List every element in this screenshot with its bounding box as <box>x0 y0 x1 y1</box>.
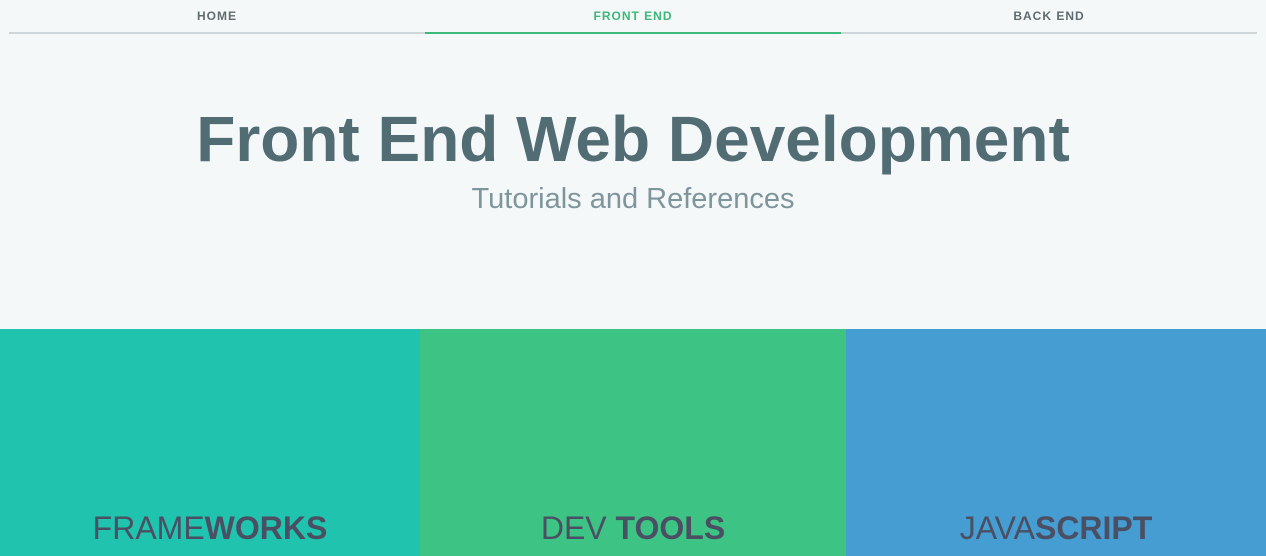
top-navigation: HOME FRONT END BACK END <box>9 0 1257 34</box>
page-title: Front End Web Development <box>196 103 1070 175</box>
nav-item-home[interactable]: HOME <box>9 0 425 32</box>
tile-javascript[interactable]: JAVASCRIPT <box>846 329 1266 556</box>
nav-item-front-end[interactable]: FRONT END <box>425 0 841 34</box>
page-subtitle: Tutorials and References <box>471 183 795 215</box>
tile-javascript-label-light: JAVA <box>959 510 1035 546</box>
tile-frameworks-label-bold: WORKS <box>204 510 328 546</box>
page: HOME FRONT END BACK END Front End Web De… <box>0 0 1266 556</box>
tile-javascript-label: JAVASCRIPT <box>846 509 1266 547</box>
tile-frameworks-label-light: FRAME <box>92 510 205 546</box>
tile-frameworks-label: FRAMEWORKS <box>0 509 420 547</box>
tile-dev-tools-label-light: DEV <box>540 510 607 546</box>
tile-frameworks[interactable]: FRAMEWORKS <box>0 329 420 556</box>
tile-dev-tools[interactable]: DEV TOOLS <box>420 329 846 556</box>
nav-item-back-end[interactable]: BACK END <box>841 0 1257 32</box>
tile-dev-tools-label-bold: TOOLS <box>615 510 726 546</box>
category-tiles: FRAMEWORKS DEV TOOLS JAVASCRIPT <box>0 329 1266 556</box>
tile-dev-tools-label: DEV TOOLS <box>420 509 846 547</box>
hero-section: Front End Web Development Tutorials and … <box>0 36 1266 328</box>
tile-javascript-label-bold: SCRIPT <box>1034 510 1153 546</box>
